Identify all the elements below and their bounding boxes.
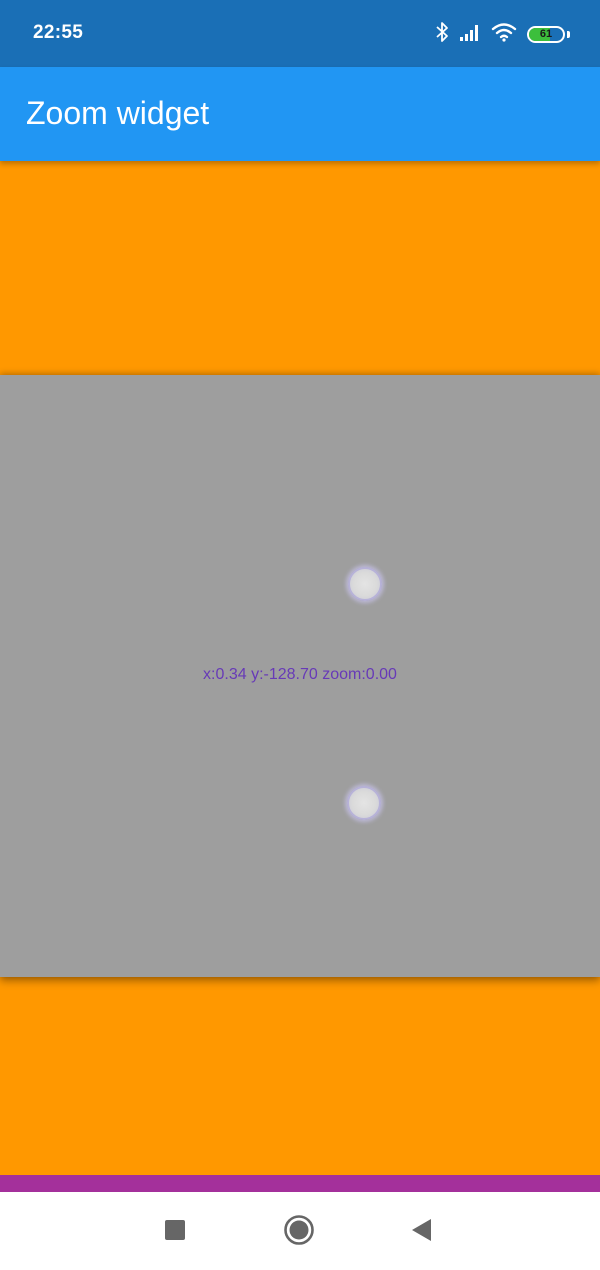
circle-icon <box>283 1214 315 1251</box>
status-icons: 61 <box>435 20 570 48</box>
page-title: Zoom widget <box>26 95 210 131</box>
status-bar: 22:55 61 <box>0 0 600 67</box>
recents-button[interactable] <box>157 1214 193 1250</box>
square-icon <box>165 1219 185 1245</box>
status-time: 22:55 <box>33 22 84 43</box>
app-screen: 22:55 61 Zoom widget x:0.34 y:-128.70 zo… <box>0 0 600 1270</box>
back-triangle-icon <box>411 1218 433 1247</box>
zoom-widget[interactable]: x:0.34 y:-128.70 zoom:0.00 <box>0 375 600 977</box>
purple-strip <box>0 1175 600 1192</box>
back-button[interactable] <box>404 1214 440 1250</box>
navigation-bar <box>0 1192 600 1270</box>
signal-icon <box>459 22 481 47</box>
bluetooth-icon <box>435 21 449 48</box>
app-bar: Zoom widget <box>0 67 600 161</box>
touch-point[interactable] <box>348 567 382 601</box>
wifi-icon <box>491 22 517 47</box>
zoom-readout: x:0.34 y:-128.70 zoom:0.00 <box>203 666 397 683</box>
battery-nub <box>567 30 570 38</box>
battery-level: 61 <box>539 28 553 40</box>
touch-point[interactable] <box>347 786 381 820</box>
battery-icon: 61 <box>527 25 565 43</box>
home-button[interactable] <box>281 1214 317 1250</box>
